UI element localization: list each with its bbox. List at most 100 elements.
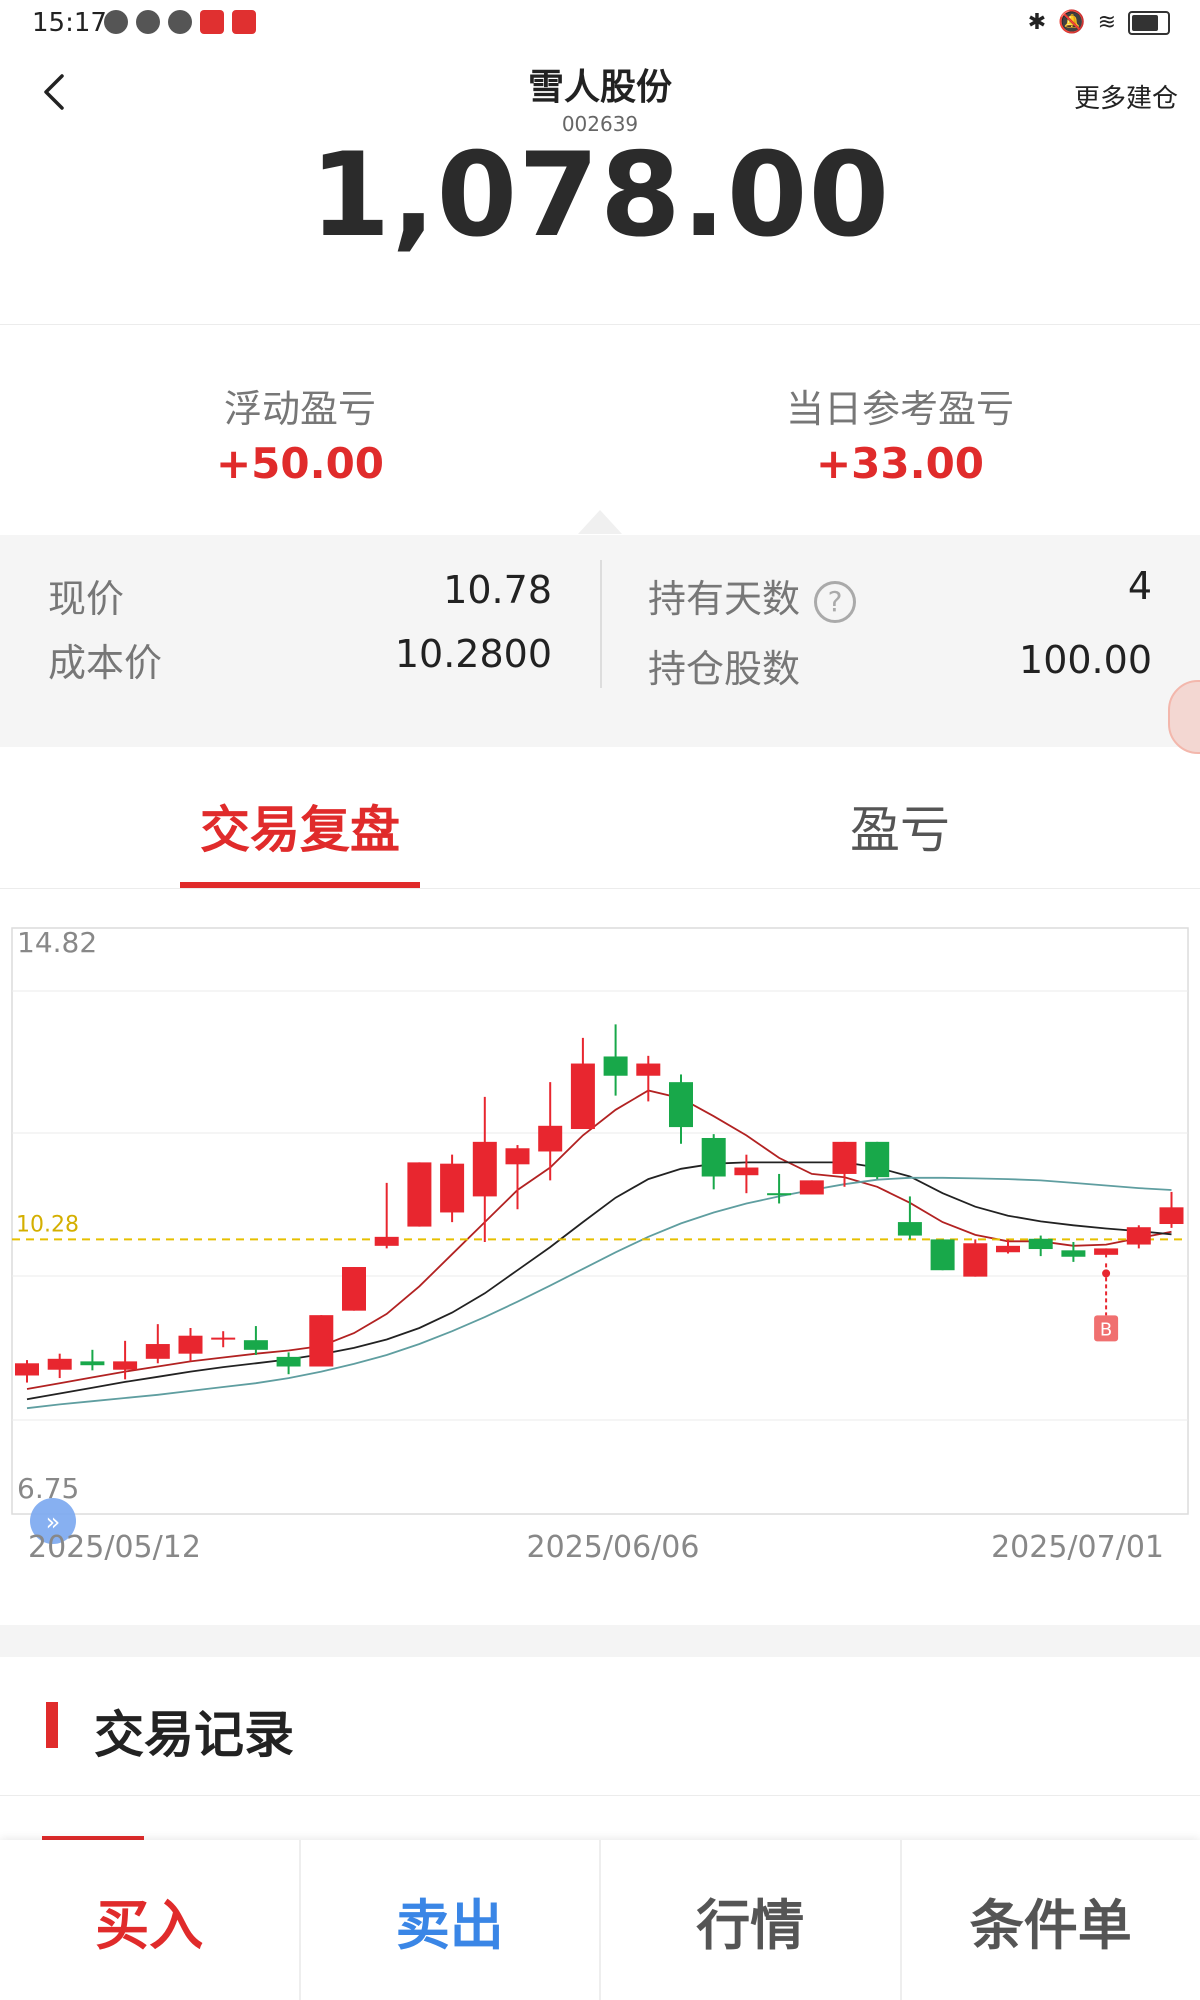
candle-body bbox=[1159, 1207, 1184, 1225]
buy-button[interactable]: 买入 bbox=[0, 1840, 301, 2000]
cost-label: 成本价 bbox=[48, 641, 163, 685]
candle-body bbox=[930, 1239, 955, 1271]
candle bbox=[897, 1196, 922, 1240]
candle-body bbox=[472, 1141, 497, 1197]
candle-body bbox=[47, 1358, 72, 1370]
candle bbox=[734, 1154, 759, 1194]
candle bbox=[243, 1326, 268, 1355]
chart-frame bbox=[11, 927, 1189, 1515]
status-bar: 15:17 ✱ 🔕 ≋ bbox=[0, 0, 1200, 48]
buy-marker[interactable]: B bbox=[1094, 1263, 1119, 1342]
x-tick-label: 2025/07/01 bbox=[991, 1530, 1164, 1565]
divider bbox=[0, 1795, 1200, 1796]
shares-label: 持仓股数 bbox=[648, 647, 801, 691]
candle-body bbox=[309, 1315, 334, 1367]
daily-pnl-label: 当日参考盈亏 bbox=[785, 387, 1014, 431]
tab-pnl[interactable]: 盈亏 bbox=[600, 790, 1200, 862]
conditional-order-button[interactable]: 条件单 bbox=[902, 1840, 1200, 2000]
candle-body bbox=[342, 1267, 366, 1311]
candle-body bbox=[1061, 1250, 1086, 1257]
stock-name: 雪人股份 bbox=[527, 67, 672, 108]
candle bbox=[15, 1360, 39, 1383]
app-icon-2 bbox=[232, 10, 256, 34]
sell-button[interactable]: 卖出 bbox=[301, 1840, 601, 2000]
help-icon[interactable]: ? bbox=[814, 580, 857, 623]
price-value: 10.78 bbox=[443, 568, 552, 612]
daily-pnl-value: +33.00 bbox=[815, 439, 985, 488]
app-icon-1 bbox=[200, 10, 224, 34]
candle bbox=[930, 1239, 955, 1271]
position-header: 雪人股份 002639 更多建仓 1,078.00 bbox=[0, 48, 1200, 318]
x-tick-label: 2025/05/12 bbox=[28, 1530, 201, 1565]
candle-body bbox=[15, 1363, 39, 1376]
candle bbox=[342, 1267, 366, 1311]
candle bbox=[145, 1324, 170, 1364]
candle-body bbox=[145, 1344, 170, 1359]
price-label: 现价 bbox=[48, 577, 125, 621]
candle-body bbox=[211, 1337, 236, 1340]
status-right-icons: ✱ 🔕 ≋ bbox=[1028, 10, 1170, 35]
notification-bell-icon bbox=[168, 10, 192, 34]
candle-body bbox=[538, 1125, 563, 1152]
candle-body bbox=[865, 1141, 890, 1178]
status-time: 15:17 bbox=[32, 8, 107, 38]
candle-body bbox=[832, 1141, 857, 1174]
candle-body bbox=[767, 1193, 792, 1196]
candle bbox=[701, 1134, 726, 1190]
candle bbox=[570, 1037, 595, 1130]
candle bbox=[472, 1096, 497, 1242]
candle-body bbox=[80, 1361, 105, 1366]
bottom-action-bar: 买入 卖出 行情 条件单 bbox=[0, 1840, 1200, 2000]
days-label-row: 持有天数? bbox=[648, 568, 857, 623]
mute-icon: 🔕 bbox=[1058, 10, 1086, 35]
floating-pnl: 浮动盈亏 +50.00 bbox=[0, 378, 600, 488]
cost-value: 10.2800 bbox=[394, 632, 552, 676]
quote-button[interactable]: 行情 bbox=[601, 1840, 902, 2000]
tab-bar: 交易复盘 盈亏 bbox=[0, 760, 1200, 889]
candle bbox=[865, 1141, 890, 1180]
candle bbox=[963, 1239, 988, 1277]
buy-marker-label: B bbox=[1100, 1319, 1112, 1340]
candle-body bbox=[570, 1063, 595, 1130]
candle-body bbox=[636, 1063, 661, 1076]
candle bbox=[505, 1145, 530, 1210]
candle-body bbox=[963, 1243, 988, 1277]
more-build-position-link[interactable]: 更多建仓 bbox=[1074, 78, 1178, 115]
candle-body bbox=[701, 1137, 726, 1177]
candle-body bbox=[113, 1361, 138, 1370]
candle-body bbox=[1126, 1227, 1151, 1245]
candle-body bbox=[669, 1082, 693, 1128]
candle bbox=[374, 1182, 399, 1249]
candle bbox=[538, 1082, 563, 1181]
candle-body bbox=[178, 1335, 203, 1354]
y-max-label: 14.82 bbox=[17, 926, 97, 959]
candle bbox=[309, 1315, 334, 1367]
candle bbox=[178, 1327, 203, 1362]
candle-body bbox=[505, 1148, 530, 1165]
active-tab-underline bbox=[180, 882, 420, 888]
panel-caret bbox=[578, 510, 622, 534]
candle-body bbox=[734, 1167, 759, 1176]
panel-divider bbox=[600, 560, 602, 688]
section-gap bbox=[0, 1625, 1200, 1657]
candle bbox=[47, 1353, 72, 1379]
candle bbox=[407, 1162, 432, 1227]
candle bbox=[211, 1331, 236, 1348]
candle-body bbox=[1094, 1248, 1119, 1255]
days-label: 持有天数 bbox=[648, 577, 801, 621]
candles bbox=[15, 1024, 1184, 1383]
candle-body bbox=[374, 1236, 399, 1246]
wifi-icon: ≋ bbox=[1097, 10, 1116, 35]
candle-body bbox=[407, 1162, 432, 1227]
candle bbox=[603, 1024, 628, 1096]
ma-line-1 bbox=[26, 1161, 1172, 1401]
market-value: 1,078.00 bbox=[309, 128, 891, 263]
divider bbox=[0, 324, 1200, 325]
kline-chart[interactable]: 14.82 10.28 6.75 B » 2025/05/12 2025/06/… bbox=[0, 918, 1200, 1578]
tab-trade-review[interactable]: 交易复盘 bbox=[0, 790, 600, 862]
bluetooth-icon: ✱ bbox=[1027, 10, 1047, 35]
battery-icon bbox=[1128, 10, 1170, 35]
candle-body bbox=[603, 1056, 628, 1076]
candle-body bbox=[897, 1222, 922, 1236]
candle bbox=[1159, 1191, 1184, 1228]
